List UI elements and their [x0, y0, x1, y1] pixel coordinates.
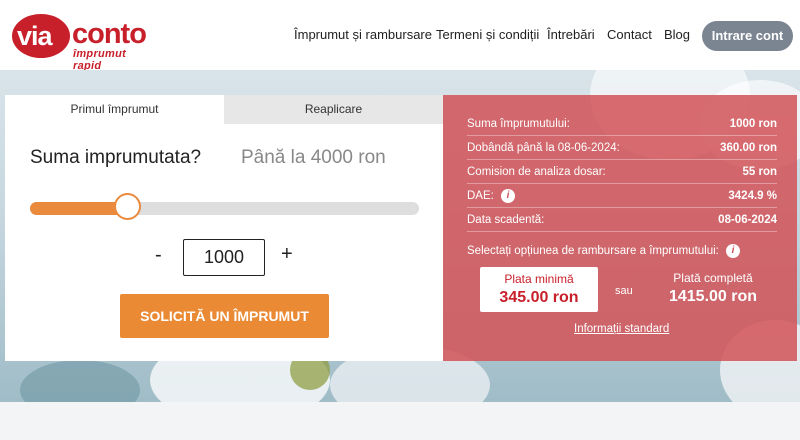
summary-label: Comision de analiza dosar:	[467, 166, 606, 178]
minimum-payment-option[interactable]: Plata minimă 345.00 ron	[480, 267, 598, 312]
info-icon[interactable]: i	[501, 188, 516, 203]
minimum-payment-amount: 345.00 ron	[499, 289, 579, 306]
summary-row-apr: DAE: i 3424.9 %	[467, 184, 777, 208]
loan-summary-panel: Suma împrumutului: 1000 ron Dobândă până…	[443, 95, 797, 361]
loan-calculator-card: Primul împrumut Reaplicare Suma imprumut…	[5, 95, 443, 361]
summary-value: 55 ron	[742, 166, 777, 178]
login-button[interactable]: Intrare cont	[702, 21, 793, 51]
full-payment-option[interactable]: Plată completă 1415.00 ron	[643, 271, 783, 306]
amount-slider-fill	[30, 202, 128, 215]
summary-value: 3424.9 %	[728, 190, 777, 202]
nav-item-faq[interactable]: Întrebări	[547, 27, 595, 42]
amount-slider-track[interactable]	[30, 202, 419, 215]
summary-row-fee: Comision de analiza dosar: 55 ron	[467, 160, 777, 184]
nav-item-loan-repayment[interactable]: Împrumut și rambursare	[294, 27, 432, 42]
loan-max-amount: Până la 4000 ron	[241, 147, 386, 168]
request-loan-button[interactable]: SOLICITĂ UN ÎMPRUMUT	[120, 294, 329, 338]
nav-item-terms[interactable]: Termeni și condiții	[436, 27, 539, 42]
nav-item-blog[interactable]: Blog	[664, 27, 690, 42]
site-header: via conto împrumut rapid Împrumut și ram…	[0, 0, 800, 72]
increase-amount-button[interactable]: +	[281, 243, 293, 266]
summary-row-amount: Suma împrumutului: 1000 ron	[467, 112, 777, 136]
repayment-option-prompt: Selectați opțiunea de rambursare a împru…	[467, 243, 741, 259]
decrease-amount-button[interactable]: -	[155, 244, 162, 267]
page-bottom-band	[0, 402, 800, 440]
or-separator: sau	[615, 285, 633, 297]
logo-conto-text: conto	[72, 18, 147, 50]
summary-label: Suma împrumutului:	[467, 118, 570, 130]
amount-slider-handle[interactable]	[113, 193, 141, 220]
nav-item-contact[interactable]: Contact	[607, 27, 652, 42]
repayment-option-text: Selectați opțiunea de rambursare a împru…	[467, 245, 719, 257]
loan-amount-question: Suma imprumutata?	[30, 147, 202, 168]
summary-value: 1000 ron	[729, 118, 777, 130]
logo-tagline: împrumut rapid	[73, 48, 127, 72]
minimum-payment-label: Plata minimă	[504, 272, 574, 286]
tab-first-loan[interactable]: Primul împrumut	[5, 95, 224, 124]
summary-label: DAE:	[467, 190, 494, 202]
blossom-decoration	[20, 360, 140, 402]
summary-value: 08-06-2024	[718, 214, 777, 226]
info-icon[interactable]: i	[726, 243, 741, 258]
summary-label: Dobândă până la 08-06-2024:	[467, 142, 620, 154]
full-payment-label: Plată completă	[673, 271, 753, 285]
viaconto-logo[interactable]: via conto împrumut rapid	[12, 8, 157, 72]
summary-row-due-date: Data scadentă: 08-06-2024	[467, 208, 777, 232]
full-payment-amount: 1415.00 ron	[668, 288, 758, 305]
amount-input[interactable]: 1000	[183, 239, 265, 276]
standard-info-link[interactable]: Informații standard	[574, 323, 669, 335]
summary-row-interest: Dobândă până la 08-06-2024: 360.00 ron	[467, 136, 777, 160]
summary-value: 360.00 ron	[720, 142, 777, 154]
tab-reapply[interactable]: Reaplicare	[224, 95, 443, 124]
summary-label: Data scadentă:	[467, 214, 545, 226]
logo-via-text: via	[17, 21, 53, 51]
